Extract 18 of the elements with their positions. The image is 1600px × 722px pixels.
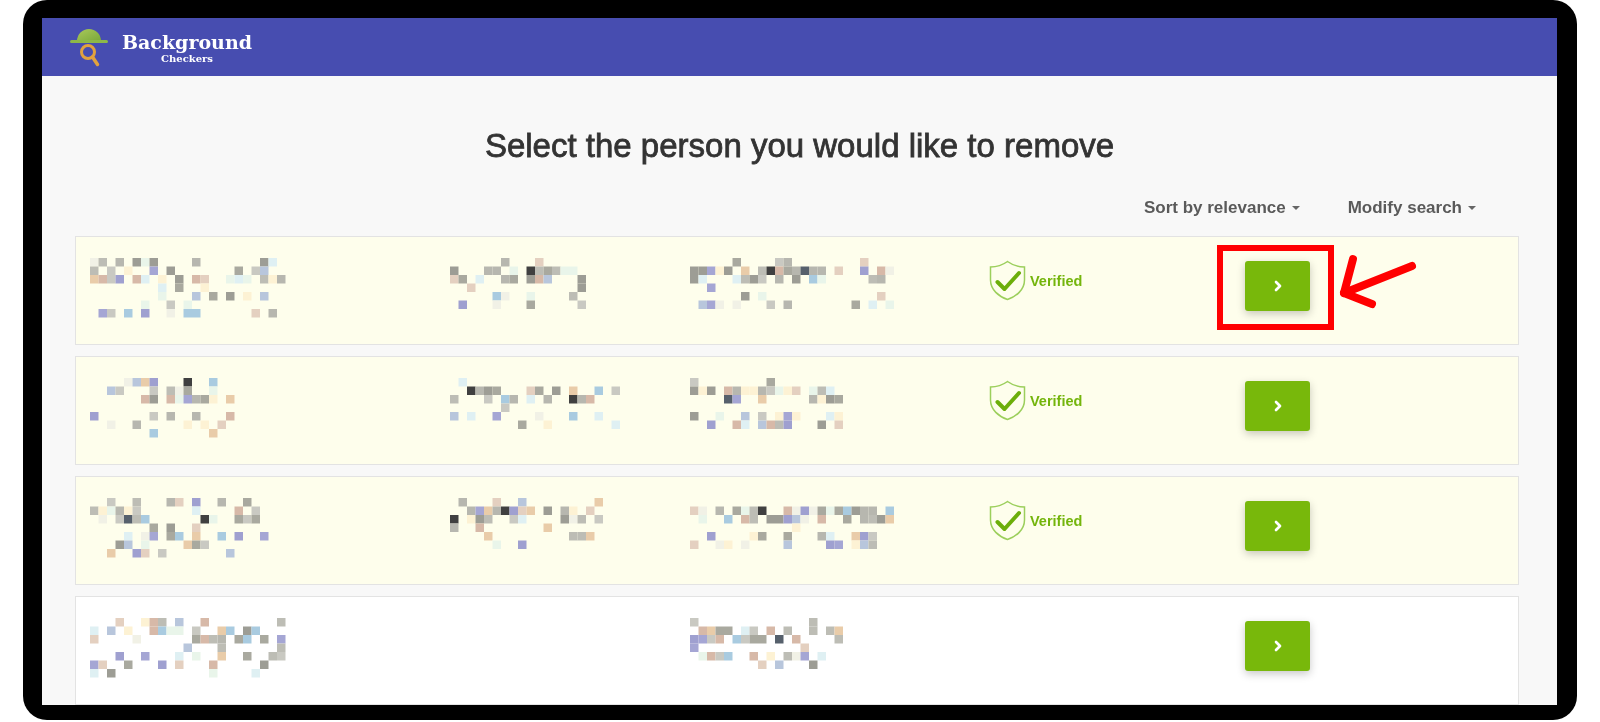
logo-title: Background xyxy=(122,32,252,53)
select-button[interactable] xyxy=(1245,381,1310,431)
verified-label: Verified xyxy=(1030,512,1083,529)
page-title: Select the person you would like to remove xyxy=(483,126,1116,166)
select-button[interactable] xyxy=(1245,261,1310,311)
dropdown-toggle[interactable]: Sort by relevance xyxy=(1143,196,1300,220)
verified-label: Verified xyxy=(1030,272,1083,289)
shield-check-icon xyxy=(989,500,1026,541)
select-button[interactable] xyxy=(1245,621,1310,671)
select-button[interactable] xyxy=(1245,501,1310,551)
caret-down-icon xyxy=(1291,206,1300,210)
logo-subtitle: Checkers xyxy=(161,53,213,64)
shield-check-icon xyxy=(989,260,1026,301)
hat-magnifier-icon xyxy=(70,27,108,67)
caret-down-icon xyxy=(1468,206,1476,210)
verified-label: Verified xyxy=(1030,392,1083,409)
shield-check-icon xyxy=(989,380,1026,421)
dropdown-toggle[interactable]: Modify search xyxy=(1347,196,1476,220)
